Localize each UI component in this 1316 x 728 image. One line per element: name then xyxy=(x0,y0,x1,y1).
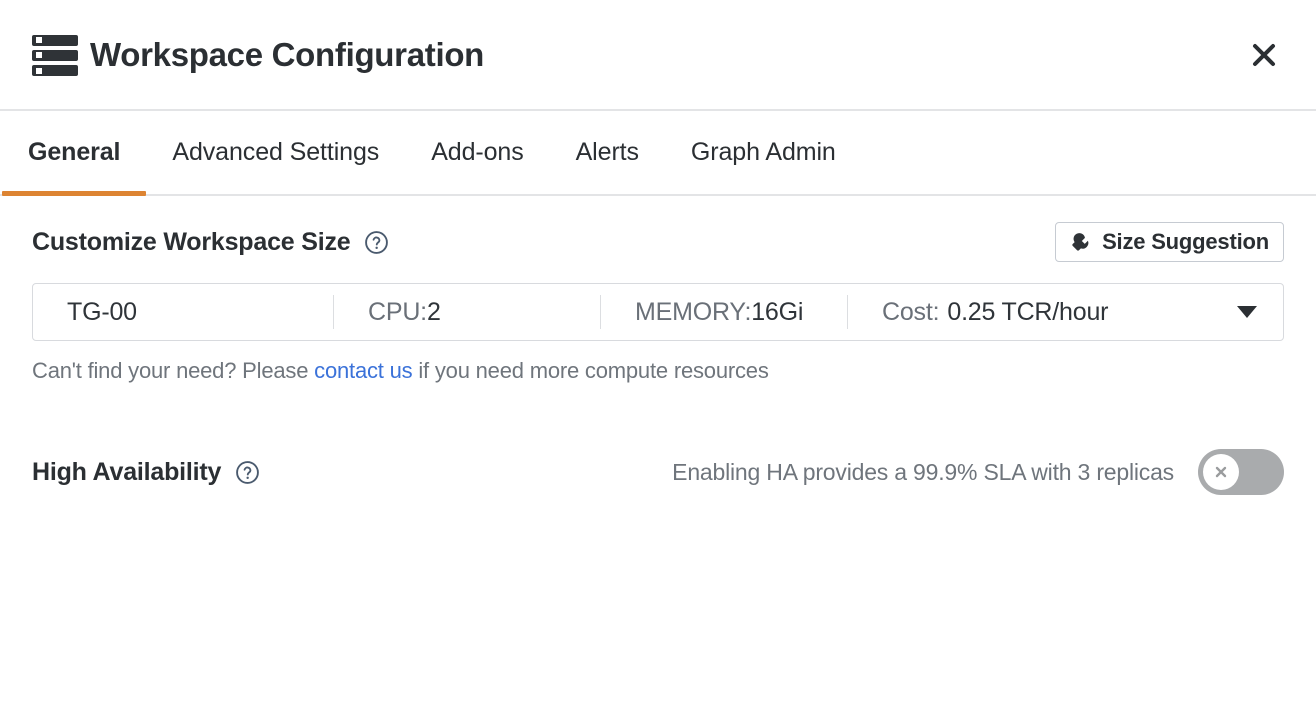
contact-us-link[interactable]: contact us xyxy=(314,358,412,383)
close-icon xyxy=(1249,40,1279,70)
workspace-size-header: Customize Workspace Size Size Suggestion xyxy=(32,222,1284,262)
tab-label: Advanced Settings xyxy=(172,138,379,167)
size-suggestion-label: Size Suggestion xyxy=(1102,229,1269,255)
tab-label: Graph Admin xyxy=(691,138,836,167)
dialog-body: Customize Workspace Size Size Suggestion… xyxy=(0,196,1316,728)
size-cpu-cell: CPU: 2 xyxy=(334,298,600,327)
workspace-size-title: Customize Workspace Size xyxy=(32,228,350,257)
high-availability-controls: Enabling HA provides a 99.9% SLA with 3 … xyxy=(672,449,1284,495)
size-tier-value: TG-00 xyxy=(67,298,137,327)
high-availability-row: High Availability Enabling HA provides a… xyxy=(32,449,1284,495)
size-cpu-value: 2 xyxy=(427,298,441,327)
helper-text-before: Can't find your need? Please xyxy=(32,358,314,383)
size-memory-label: MEMORY: xyxy=(635,298,751,327)
tab-graph-admin[interactable]: Graph Admin xyxy=(665,111,862,194)
help-circle-icon[interactable] xyxy=(364,230,389,255)
tab-add-ons[interactable]: Add-ons xyxy=(405,111,549,194)
size-tier-cell: TG-00 xyxy=(33,298,333,327)
tab-alerts[interactable]: Alerts xyxy=(550,111,665,194)
workspace-configuration-dialog: Workspace Configuration General Advanced… xyxy=(0,0,1316,728)
close-button[interactable] xyxy=(1242,33,1286,77)
tab-label: Alerts xyxy=(576,138,639,167)
high-availability-toggle[interactable] xyxy=(1198,449,1284,495)
cross-icon xyxy=(1212,463,1230,481)
size-cost-value: 0.25 TCR/hour xyxy=(947,298,1108,327)
helper-text-after: if you need more compute resources xyxy=(412,358,768,383)
tab-general[interactable]: General xyxy=(2,111,146,194)
tab-advanced-settings[interactable]: Advanced Settings xyxy=(146,111,405,194)
size-cpu-label: CPU: xyxy=(368,298,427,327)
size-cost-label: Cost: xyxy=(882,298,939,327)
page-title: Workspace Configuration xyxy=(90,38,484,71)
workspace-size-select[interactable]: TG-00 CPU: 2 MEMORY: 16Gi Cost: 0.25 TCR… xyxy=(32,283,1284,341)
server-stack-icon xyxy=(32,33,78,77)
toggle-knob xyxy=(1203,454,1239,490)
chevron-down-icon[interactable] xyxy=(1237,306,1257,318)
size-memory-cell: MEMORY: 16Gi xyxy=(601,298,847,327)
tab-bar: General Advanced Settings Add-ons Alerts… xyxy=(0,111,1316,196)
tab-label: Add-ons xyxy=(431,138,523,167)
dialog-header: Workspace Configuration xyxy=(0,0,1316,111)
wrench-icon xyxy=(1070,231,1092,253)
tab-label: General xyxy=(28,138,120,167)
size-cost-cell: Cost: 0.25 TCR/hour xyxy=(848,298,1283,327)
high-availability-description: Enabling HA provides a 99.9% SLA with 3 … xyxy=(672,459,1174,486)
compute-resources-helper-text: Can't find your need? Please contact us … xyxy=(32,358,1284,384)
workspace-size-label-group: Customize Workspace Size xyxy=(32,228,389,257)
high-availability-label-group: High Availability xyxy=(32,458,260,487)
size-memory-value: 16Gi xyxy=(751,298,803,327)
help-circle-icon[interactable] xyxy=(235,460,260,485)
size-suggestion-button[interactable]: Size Suggestion xyxy=(1055,222,1284,262)
high-availability-title: High Availability xyxy=(32,458,221,487)
